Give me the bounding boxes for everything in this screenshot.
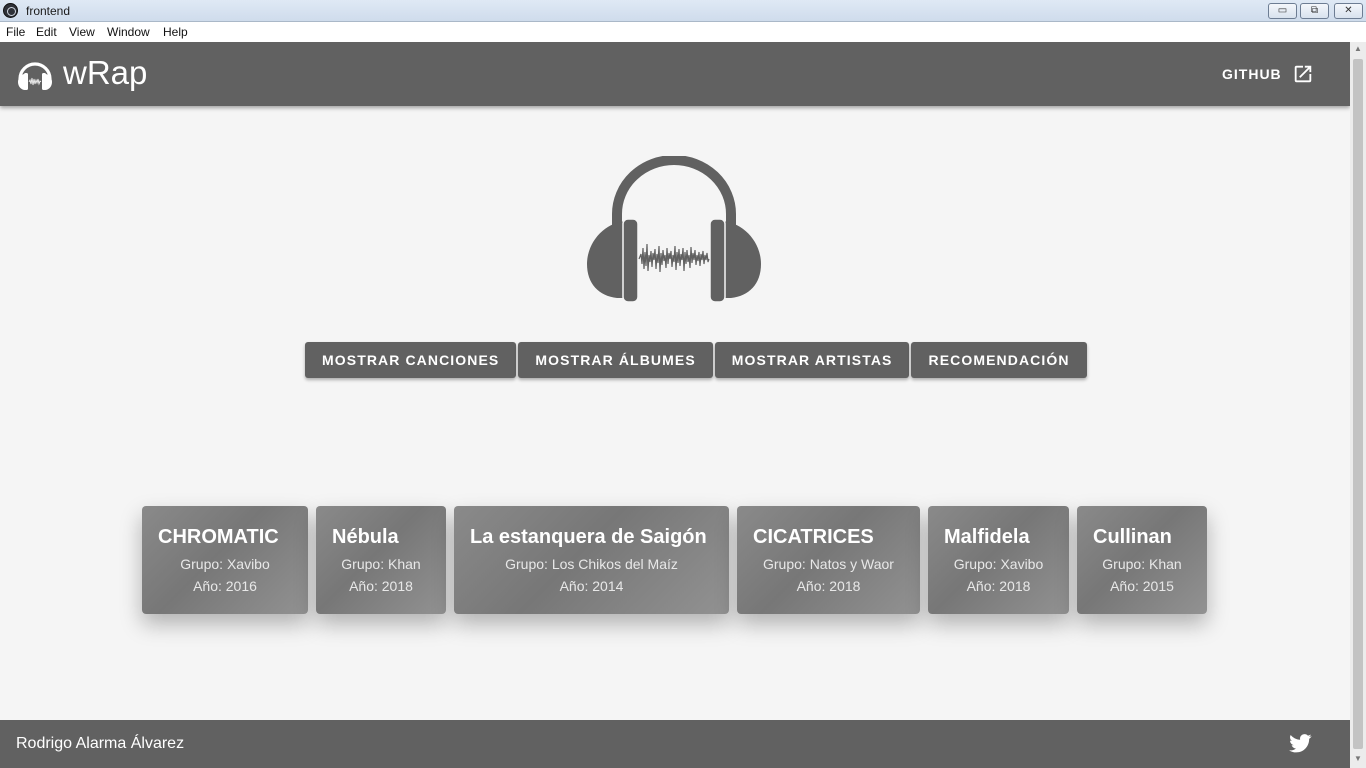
album-card[interactable]: Cullinan Grupo: Khan Año: 2015 [1077,506,1207,614]
menu-bar: File Edit View Window Help [0,22,1366,42]
menu-window[interactable]: Window [107,25,150,39]
card-year: Año: 2015 [1110,578,1174,594]
card-year: Año: 2018 [349,578,413,594]
card-title: CICATRICES [753,526,874,548]
card-group: Grupo: Khan [1102,556,1182,572]
card-year: Año: 2016 [193,578,257,594]
headphones-icon [18,62,52,90]
minimize-button[interactable]: ▭ [1268,3,1297,19]
twitter-icon[interactable] [1289,734,1312,753]
show-artists-button[interactable]: MOSTRAR ARTISTAS [714,342,910,378]
card-group: Grupo: Xavibo [180,556,270,572]
menu-help[interactable]: Help [163,25,188,39]
app-title: wRap [63,54,148,91]
app-bar: wRap GITHUB [0,42,1350,106]
scrollbar-thumb[interactable] [1353,59,1363,749]
menu-view[interactable]: View [69,25,95,39]
vertical-scrollbar[interactable]: ▲ ▼ [1350,42,1366,768]
show-songs-button[interactable]: MOSTRAR CANCIONES [305,342,517,378]
window-titlebar: frontend ▭ ⧉ ✕ [0,0,1366,22]
card-title: Cullinan [1093,526,1172,548]
scroll-up-arrow[interactable]: ▲ [1353,44,1363,56]
window-title: frontend [26,4,71,18]
card-group: Grupo: Khan [341,556,421,572]
card-group: Grupo: Los Chikos del Maíz [505,556,678,572]
app-content: wRap GITHUB MOSTRAR CANCIONES MOSTRAR ÁL… [0,42,1350,768]
album-card[interactable]: La estanquera de Saigón Grupo: Los Chiko… [454,506,729,614]
album-card[interactable]: Malfidela Grupo: Xavibo Año: 2018 [928,506,1069,614]
close-button[interactable]: ✕ [1334,3,1363,19]
album-card[interactable]: Nébula Grupo: Khan Año: 2018 [316,506,446,614]
app-icon [3,3,18,18]
github-button[interactable]: GITHUB [1222,60,1314,88]
recommendation-button[interactable]: RECOMENDACIÓN [911,342,1087,378]
menu-edit[interactable]: Edit [36,25,57,39]
card-title: Malfidela [944,526,1030,548]
card-group: Grupo: Xavibo [953,556,1044,572]
card-title: Nébula [332,526,399,548]
card-title: CHROMATIC [158,526,279,548]
footer-author: Rodrigo Alarma Álvarez [16,735,185,752]
footer: Rodrigo Alarma Álvarez [0,720,1350,768]
card-year: Año: 2018 [966,578,1031,594]
card-year: Año: 2014 [559,578,624,594]
card-group: Grupo: Natos y Waor [763,556,894,572]
maximize-button[interactable]: ⧉ [1300,3,1329,19]
album-card[interactable]: CHROMATIC Grupo: Xavibo Año: 2016 [142,506,308,614]
show-albums-button[interactable]: MOSTRAR ÁLBUMES [518,342,713,378]
card-title: La estanquera de Saigón [470,526,707,548]
action-button-group: MOSTRAR CANCIONES MOSTRAR ÁLBUMES MOSTRA… [305,342,1087,378]
album-card[interactable]: CICATRICES Grupo: Natos y Waor Año: 2018 [737,506,920,614]
menu-file[interactable]: File [6,25,25,39]
github-label: GITHUB [1222,66,1282,82]
hero-headphones-logo [587,156,761,303]
open-in-new-icon [1294,65,1311,83]
scroll-down-arrow[interactable]: ▼ [1353,754,1363,766]
card-year: Año: 2018 [796,578,861,594]
